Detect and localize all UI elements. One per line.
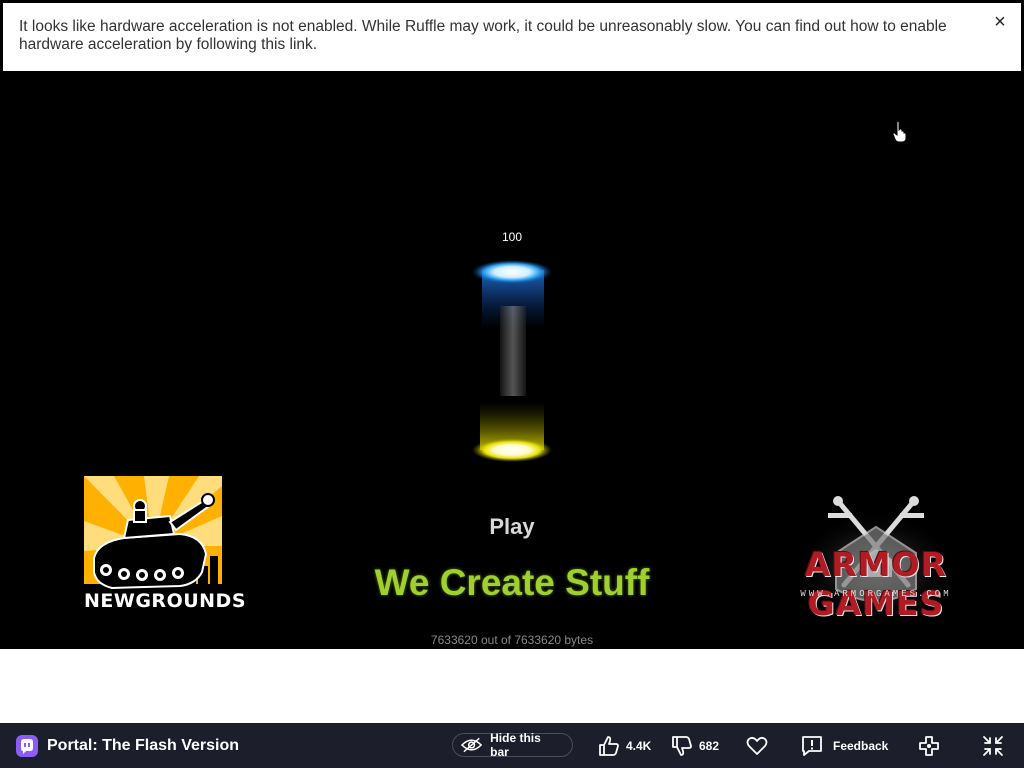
loading-status: 7633620 out of 7633620 bytes: [430, 633, 594, 647]
hardware-acceleration-notice[interactable]: It looks like hardware acceleration is n…: [3, 3, 1021, 71]
armor-games-url: WWW.ARMORGAMES.COM: [800, 589, 952, 599]
bottom-bar: Portal: The Flash Version Hide this bar …: [0, 723, 1024, 768]
feedback-icon: [802, 735, 822, 756]
exit-fullscreen-button[interactable]: [982, 723, 1004, 768]
portal-graphic: [472, 260, 552, 462]
notice-message: It looks like hardware acceleration is n…: [19, 18, 947, 53]
favorite-button[interactable]: [746, 723, 768, 768]
feedback-label: Feedback: [833, 738, 889, 753]
hide-bar-label: Hide this bar: [490, 731, 541, 759]
close-icon[interactable]: ×: [991, 12, 1009, 32]
play-button[interactable]: Play: [472, 514, 552, 540]
controller-button[interactable]: [918, 723, 940, 768]
site-logo-icon[interactable]: [16, 723, 38, 768]
progress-count: 100: [501, 230, 523, 244]
like-count: 4.4K: [626, 738, 652, 753]
game-canvas[interactable]: It looks like hardware acceleration is n…: [0, 0, 1024, 649]
feedback-button[interactable]: Feedback: [801, 723, 888, 768]
armor-games-logo[interactable]: ARMOR GAMES WWW.ARMORGAMES.COM: [758, 493, 994, 623]
hide-bar-button[interactable]: Hide this bar: [452, 731, 573, 759]
exit-fullscreen-icon: [983, 735, 1003, 756]
newgrounds-wordmark: NEWGROUNDS: [84, 590, 247, 612]
armor-games-wordmark: ARMOR GAMES: [804, 545, 948, 623]
hand-cursor-icon: [892, 120, 907, 143]
dislike-count: 682: [699, 738, 720, 753]
eye-off-icon: [461, 737, 483, 753]
thumbs-up-icon: [599, 735, 619, 756]
like-button[interactable]: 4.4K: [598, 723, 651, 768]
tagline: We Create Stuff: [374, 562, 650, 603]
controller-icon: [919, 735, 939, 756]
heart-icon: [746, 736, 768, 755]
game-title: Portal: The Flash Version: [47, 736, 240, 754]
newgrounds-logo[interactable]: NEWGROUNDS: [84, 476, 247, 614]
dislike-button[interactable]: 682: [671, 723, 719, 768]
thumbs-down-icon: [672, 735, 692, 756]
